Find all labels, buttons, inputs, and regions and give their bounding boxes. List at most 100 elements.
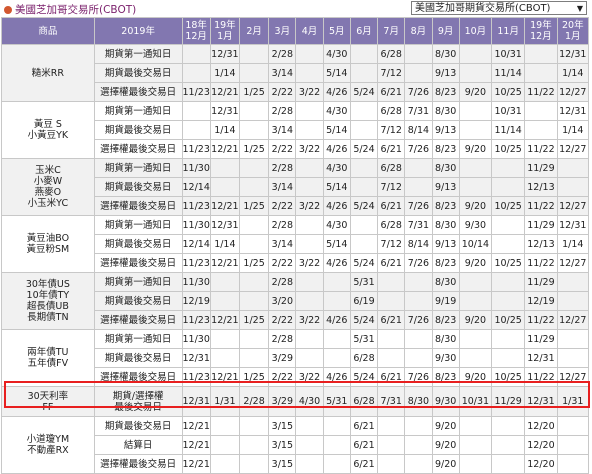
row-label: 期貨第一通知日 [93,329,183,349]
date-cell: 4/26 [322,196,351,216]
date-cell: 3/29 [268,348,297,368]
date-cell: 6/21 [349,416,379,436]
date-cell: 8/23 [431,82,460,102]
date-cell [556,435,590,455]
date-cell: 11/22 [524,139,558,159]
date-cell: 11/30 [181,272,211,292]
date-cell: 1/14 [556,120,590,140]
date-cell [404,291,433,311]
exchange-select[interactable]: 美國芝加哥期貨交易所(CBOT) ▼ [411,1,587,15]
date-cell: 6/21 [377,253,406,273]
date-cell: 12/27 [556,253,590,273]
column-header: 商品 [1,17,95,45]
date-cell: 11/30 [181,215,211,235]
date-cell: 8/30 [431,158,460,178]
date-cell [181,120,211,140]
date-cell: 9/30 [458,215,493,235]
date-cell: 12/27 [556,139,590,159]
date-cell: 8/30 [431,272,460,292]
column-header: 4月 [295,17,324,45]
date-cell [458,454,493,474]
date-cell [349,234,379,254]
date-cell [458,63,493,83]
date-cell: 6/28 [349,348,379,368]
date-cell: 1/14 [556,63,590,83]
column-header: 8月 [404,17,433,45]
date-cell [295,234,324,254]
date-cell [238,120,270,140]
date-cell: 4/26 [322,82,351,102]
date-cell: 10/31 [458,386,493,417]
date-cell: 4/26 [322,139,351,159]
date-cell: 11/23 [181,253,211,273]
date-cell [556,291,590,311]
date-cell [322,348,351,368]
date-cell: 9/20 [431,416,460,436]
date-cell: 10/25 [491,196,526,216]
date-cell: 4/30 [322,215,351,235]
date-cell: 1/31 [209,386,240,417]
table-row: 糙米RR 期貨第一通知日 12/31 2/28 4/30 6/28 8/30 10/31 12/… [1,44,590,102]
date-cell: 3/14 [268,234,297,254]
date-cell: 11/22 [524,253,558,273]
date-cell [295,101,324,121]
date-cell [491,272,526,292]
date-cell: 3/22 [295,139,324,159]
date-cell [377,291,406,311]
date-cell: 1/14 [209,63,240,83]
date-cell: 12/27 [556,367,590,387]
date-cell [556,416,590,436]
date-cell: 2/28 [268,44,297,64]
date-cell [238,329,270,349]
date-cell: 11/14 [491,120,526,140]
row-label: 期貨最後交易日 [93,416,183,436]
date-cell: 9/13 [431,120,460,140]
date-cell: 5/14 [322,120,351,140]
date-cell [295,291,324,311]
date-cell: 11/29 [491,386,526,417]
date-cell [238,63,270,83]
date-cell: 1/25 [238,139,270,159]
date-cell [404,177,433,197]
date-cell: 3/22 [295,196,324,216]
date-cell [209,454,240,474]
date-cell: 2/28 [268,158,297,178]
row-label: 期貨第一通知日 [93,215,183,235]
date-cell [238,177,270,197]
date-cell: 12/21 [209,82,240,102]
date-cell: 9/13 [431,234,460,254]
row-label: 選擇權最後交易日 [93,82,183,102]
date-cell: 1/14 [209,234,240,254]
date-cell: 9/13 [431,177,460,197]
product-cell: 黃豆 S 小黃豆YK [1,101,95,159]
date-cell [238,272,270,292]
date-cell [556,454,590,474]
date-cell [238,291,270,311]
date-cell [377,348,406,368]
date-cell: 1/14 [209,120,240,140]
date-cell: 12/31 [524,386,558,417]
date-cell: 2/28 [268,101,297,121]
date-cell: 10/14 [458,234,493,254]
date-cell: 11/23 [181,367,211,387]
date-cell [238,44,270,64]
dropdown-arrow-icon[interactable]: ▼ [577,2,583,16]
date-cell [491,215,526,235]
date-cell: 5/24 [349,82,379,102]
date-cell: 11/29 [524,158,558,178]
date-cell: 8/23 [431,139,460,159]
date-cell: 2/22 [268,82,297,102]
table-row: 黃豆油BO 黃豆粉SM 期貨第一通知日 11/30 12/31 2/28 4/30 6/28… [1,215,590,273]
column-header: 3月 [268,17,297,45]
date-cell: 6/28 [377,158,406,178]
table-row: 小道瓊YM 不動產RX 期貨最後交易日 12/21 3/15 6/21 9/20 12/20 [1,416,590,474]
date-cell: 7/26 [404,253,433,273]
date-cell: 12/31 [524,348,558,368]
date-cell [295,120,324,140]
date-cell: 4/30 [322,101,351,121]
date-cell [238,101,270,121]
date-cell [458,435,493,455]
table-row: 30天利率 FF 期貨/選擇權 最後交易日 12/31 1/31 2/28 3/29 4/3… [1,386,590,417]
date-cell [209,416,240,436]
date-cell: 8/30 [431,101,460,121]
